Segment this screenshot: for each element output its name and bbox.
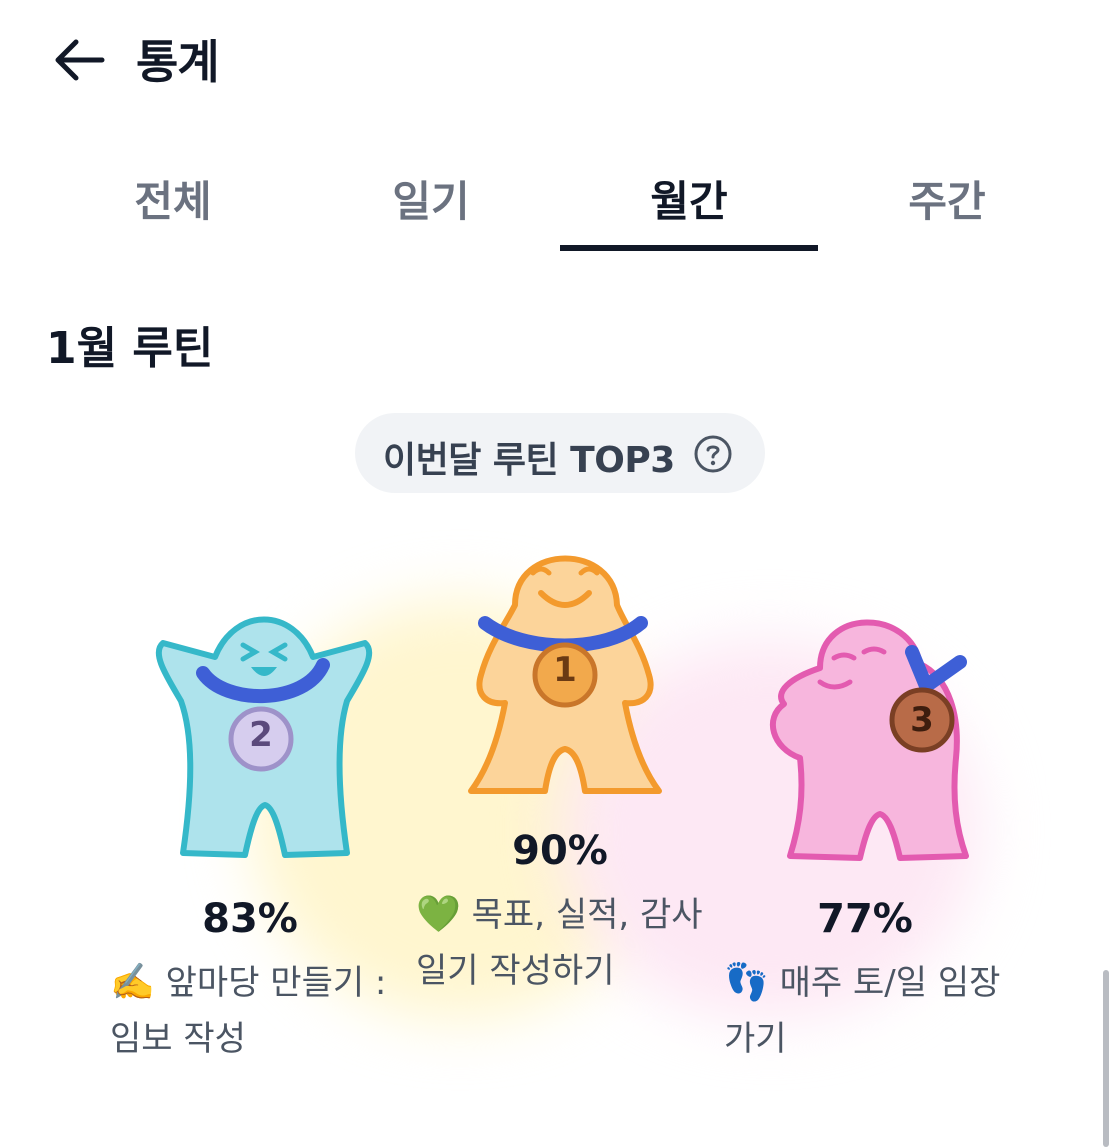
period-tabs: 전체 일기 월간 주간 bbox=[44, 160, 1076, 252]
arrow-left-icon bbox=[55, 39, 105, 81]
medal-third: 3 bbox=[910, 700, 934, 740]
active-tab-indicator bbox=[560, 245, 818, 251]
page-title: 통계 bbox=[136, 35, 220, 89]
writing-hand-icon: ✍️ bbox=[110, 962, 155, 1003]
routine-first: 💚 목표, 실적, 감사일기 작성하기 bbox=[416, 887, 716, 999]
top3-label: 이번달 루틴 TOP3 bbox=[383, 440, 675, 481]
percent-second: 83% bbox=[202, 896, 298, 942]
tab-all[interactable]: 전체 bbox=[44, 160, 302, 252]
rank-card-third[interactable]: 3 77% 👣 매주 토/일 임장 가기 bbox=[720, 600, 1020, 1070]
tab-diary[interactable]: 일기 bbox=[302, 160, 560, 252]
percent-third: 77% bbox=[817, 896, 913, 942]
routine-second: ✍️ 앞마당 만들기 : 임보 작성 bbox=[110, 955, 410, 1067]
medal-first: 1 bbox=[553, 650, 577, 690]
medal-second: 2 bbox=[249, 715, 273, 755]
back-button[interactable] bbox=[50, 32, 110, 88]
rank-card-second[interactable]: 2 83% ✍️ 앞마당 만들기 : 임보 작성 bbox=[100, 600, 420, 1070]
tab-monthly[interactable]: 월간 bbox=[560, 160, 818, 252]
green-heart-icon: 💚 bbox=[416, 894, 461, 935]
question-circle-icon[interactable] bbox=[693, 434, 733, 474]
scrollbar[interactable] bbox=[1103, 970, 1109, 1147]
routine-third: 👣 매주 토/일 임장 가기 bbox=[724, 955, 1014, 1067]
percent-first: 90% bbox=[512, 828, 608, 874]
top3-label-pill[interactable]: 이번달 루틴 TOP3 bbox=[355, 413, 765, 493]
section-title: 1월 루틴 bbox=[46, 323, 214, 374]
footprints-icon: 👣 bbox=[724, 962, 769, 1003]
app-header: 통계 bbox=[0, 0, 1120, 120]
character-third-place bbox=[769, 619, 969, 861]
tab-weekly[interactable]: 주간 bbox=[818, 160, 1076, 252]
rank-card-first[interactable]: 1 90% 💚 목표, 실적, 감사일기 작성하기 bbox=[410, 530, 720, 1010]
